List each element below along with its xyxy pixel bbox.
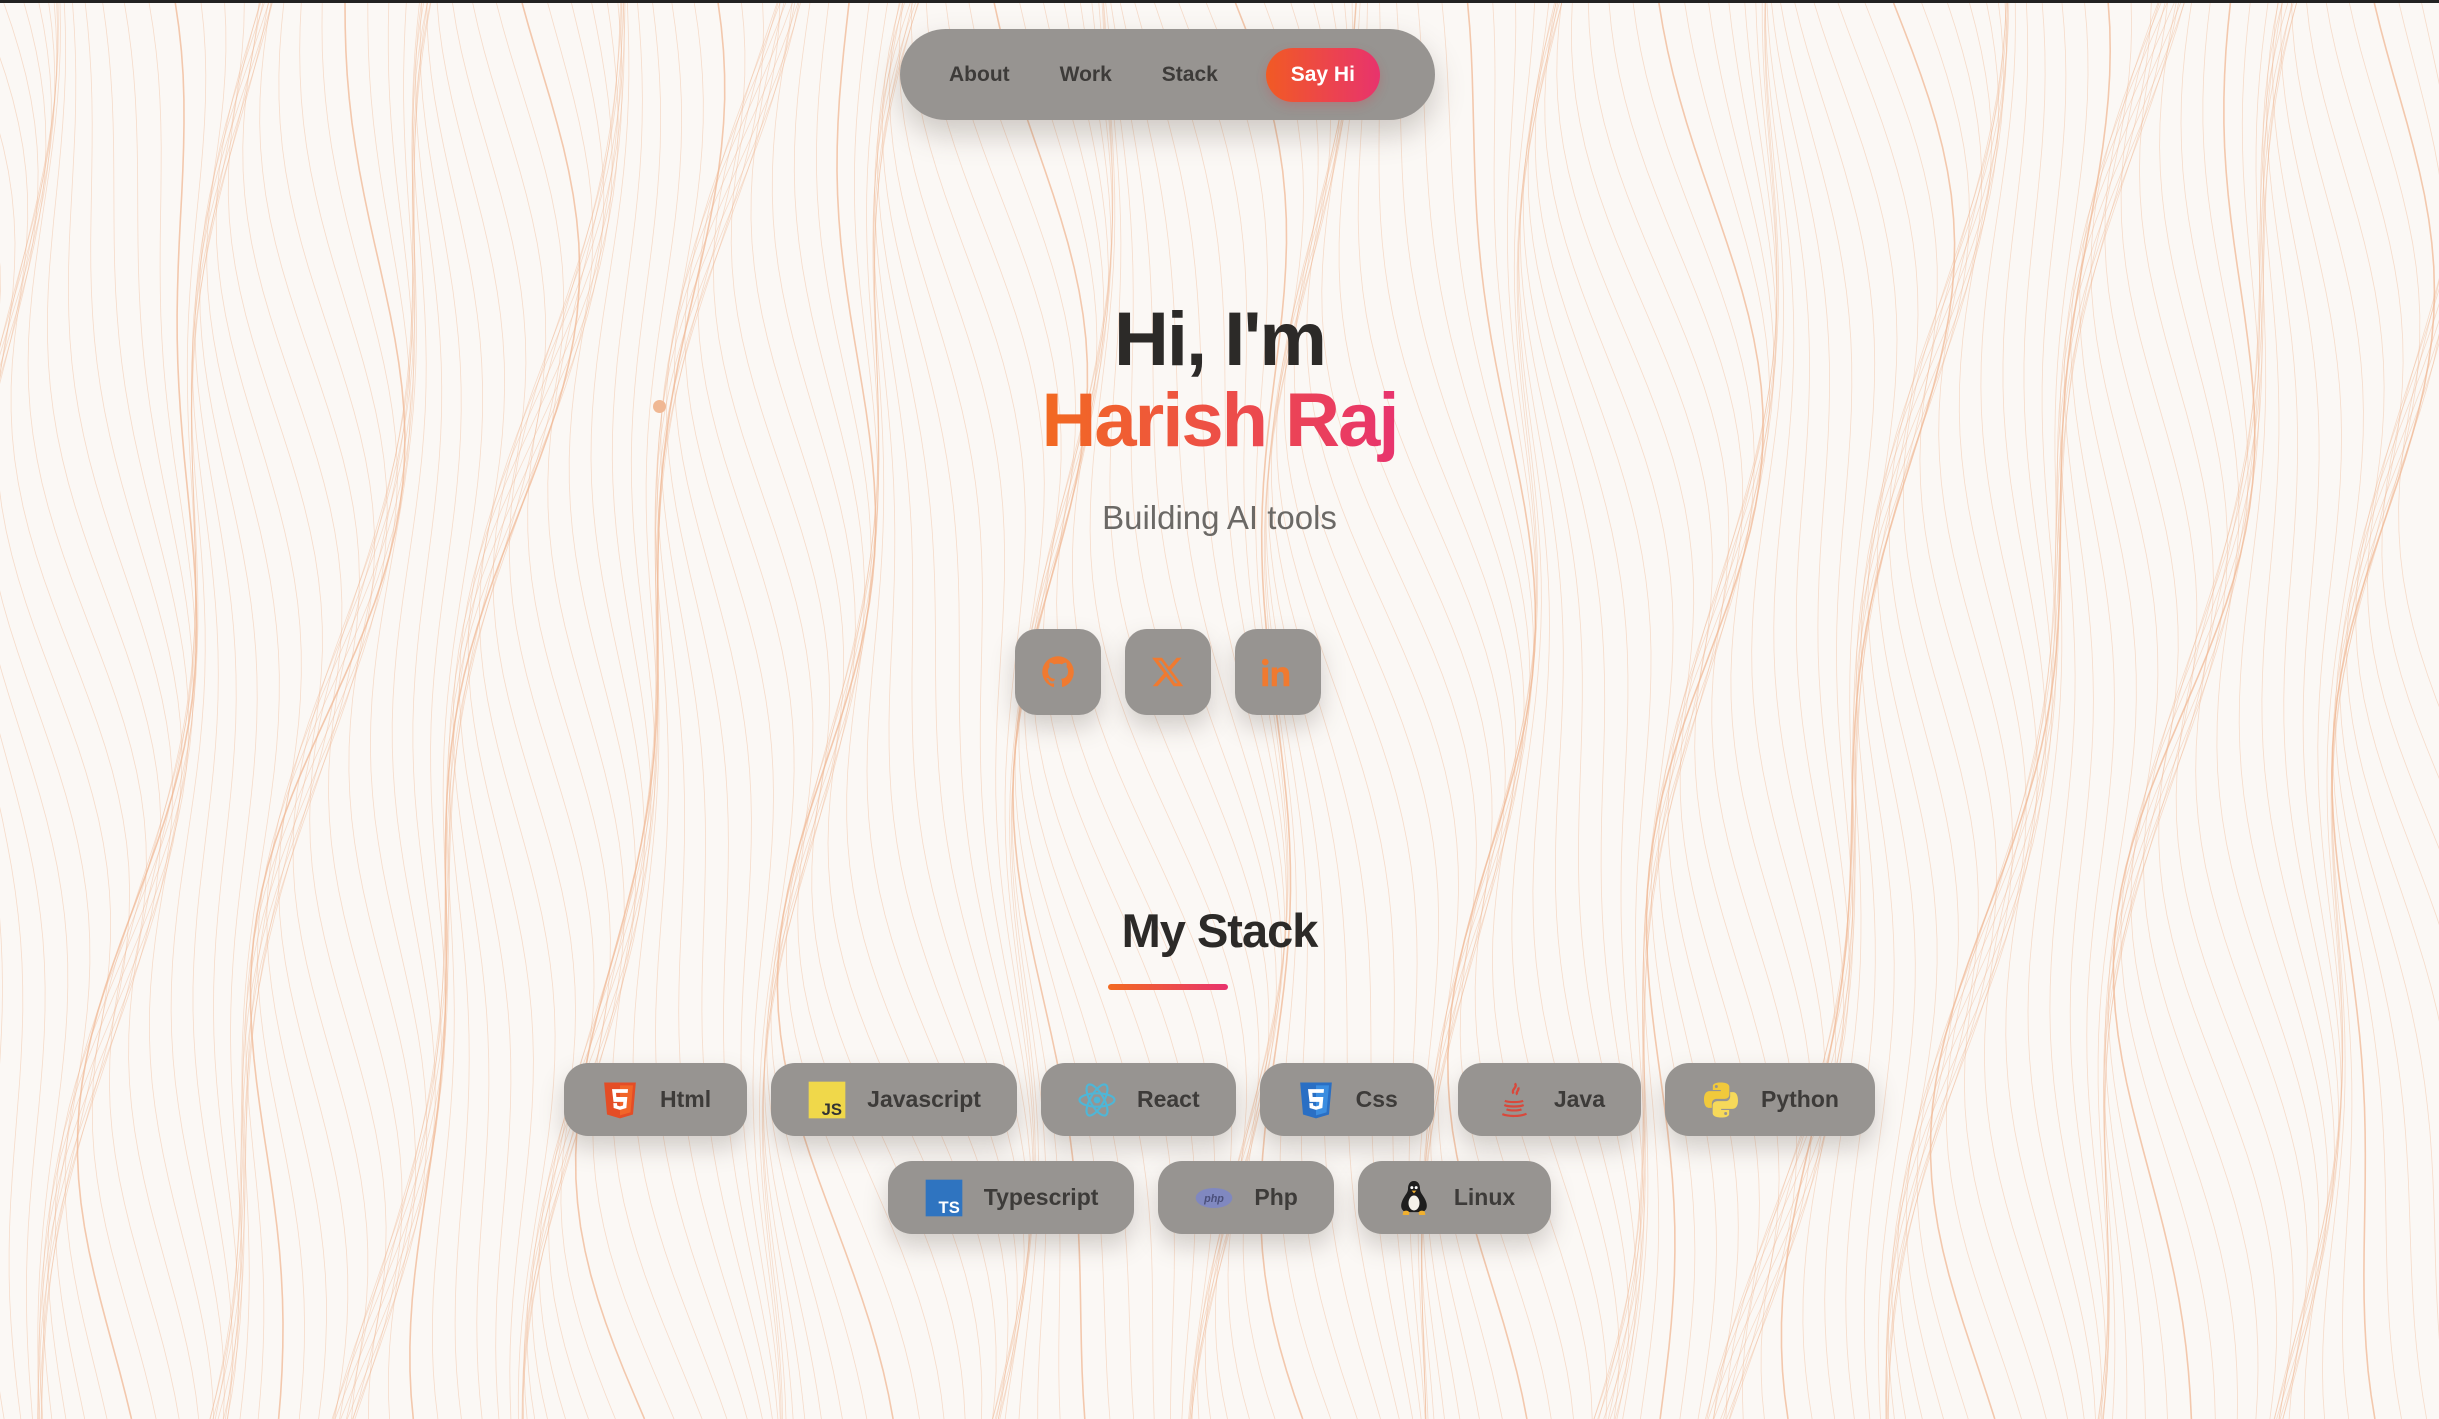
python-icon	[1701, 1080, 1741, 1120]
stack-chip-label: Python	[1761, 1086, 1839, 1112]
stack-chip-label: Css	[1355, 1086, 1398, 1112]
stack-row-1: Html JS Javascript React Css Java Python	[0, 1063, 2439, 1136]
stack-chip-javascript: JS Javascript	[771, 1063, 1017, 1136]
nav-link-about[interactable]: About	[949, 63, 1010, 87]
top-nav: About Work Stack Say Hi	[900, 29, 1435, 120]
github-icon	[1042, 656, 1074, 687]
stack-chip-react: React	[1040, 1063, 1236, 1136]
stack-chip-label: Php	[1254, 1184, 1298, 1210]
php-icon: php	[1194, 1178, 1234, 1218]
x-button[interactable]	[1125, 629, 1211, 715]
hero-greeting: Hi, I'm	[1114, 297, 1327, 382]
say-hi-button[interactable]: Say Hi	[1265, 47, 1380, 102]
typescript-icon: TS	[924, 1178, 964, 1218]
stack-chip-label: Html	[660, 1086, 712, 1112]
java-icon	[1494, 1080, 1534, 1120]
stack-chip-label: Java	[1553, 1086, 1605, 1112]
stack-chip-java: Java	[1457, 1063, 1641, 1136]
stack-chip-label: Javascript	[867, 1086, 981, 1112]
stack-chip-python: Python	[1665, 1063, 1875, 1136]
html5-icon	[600, 1080, 640, 1120]
stack-chip-php: php Php	[1158, 1161, 1334, 1234]
stack-chip-label: React	[1136, 1086, 1200, 1112]
svg-text:php: php	[1203, 1193, 1224, 1205]
stack-row-2: TS Typescript php Php Linux	[0, 1161, 2439, 1234]
linux-tux-icon	[1394, 1178, 1434, 1218]
stack-chip-linux: Linux	[1357, 1161, 1552, 1234]
nav-link-work[interactable]: Work	[1060, 63, 1112, 87]
stack-chip-label: Typescript	[983, 1184, 1099, 1210]
svg-text:JS: JS	[822, 1100, 842, 1119]
hero-tagline: Building AI tools	[1102, 499, 1337, 536]
x-icon	[1152, 657, 1184, 687]
linkedin-button[interactable]	[1235, 629, 1321, 715]
hero-name: Harish Raj	[1042, 375, 1400, 467]
nav-link-stack[interactable]: Stack	[1162, 63, 1218, 87]
stack-title-underline	[1108, 984, 1228, 990]
css3-icon	[1296, 1080, 1336, 1120]
react-icon	[1077, 1080, 1117, 1120]
stack-chip-html: Html	[564, 1063, 748, 1136]
javascript-icon: JS	[807, 1080, 847, 1120]
page: About Work Stack Say Hi Hi, I'm Harish R…	[0, 0, 2439, 1419]
social-links	[1015, 629, 1321, 715]
stack-chip-css: Css	[1259, 1063, 1434, 1136]
linkedin-icon	[1261, 658, 1290, 687]
stack-title: My Stack	[1121, 904, 1319, 957]
stack-chip-label: Linux	[1453, 1184, 1516, 1210]
stack-chip-typescript: TS Typescript	[887, 1161, 1135, 1234]
hero-name-line: Harish Raj	[0, 375, 2439, 488]
svg-text:TS: TS	[938, 1198, 959, 1217]
github-button[interactable]	[1015, 629, 1101, 715]
